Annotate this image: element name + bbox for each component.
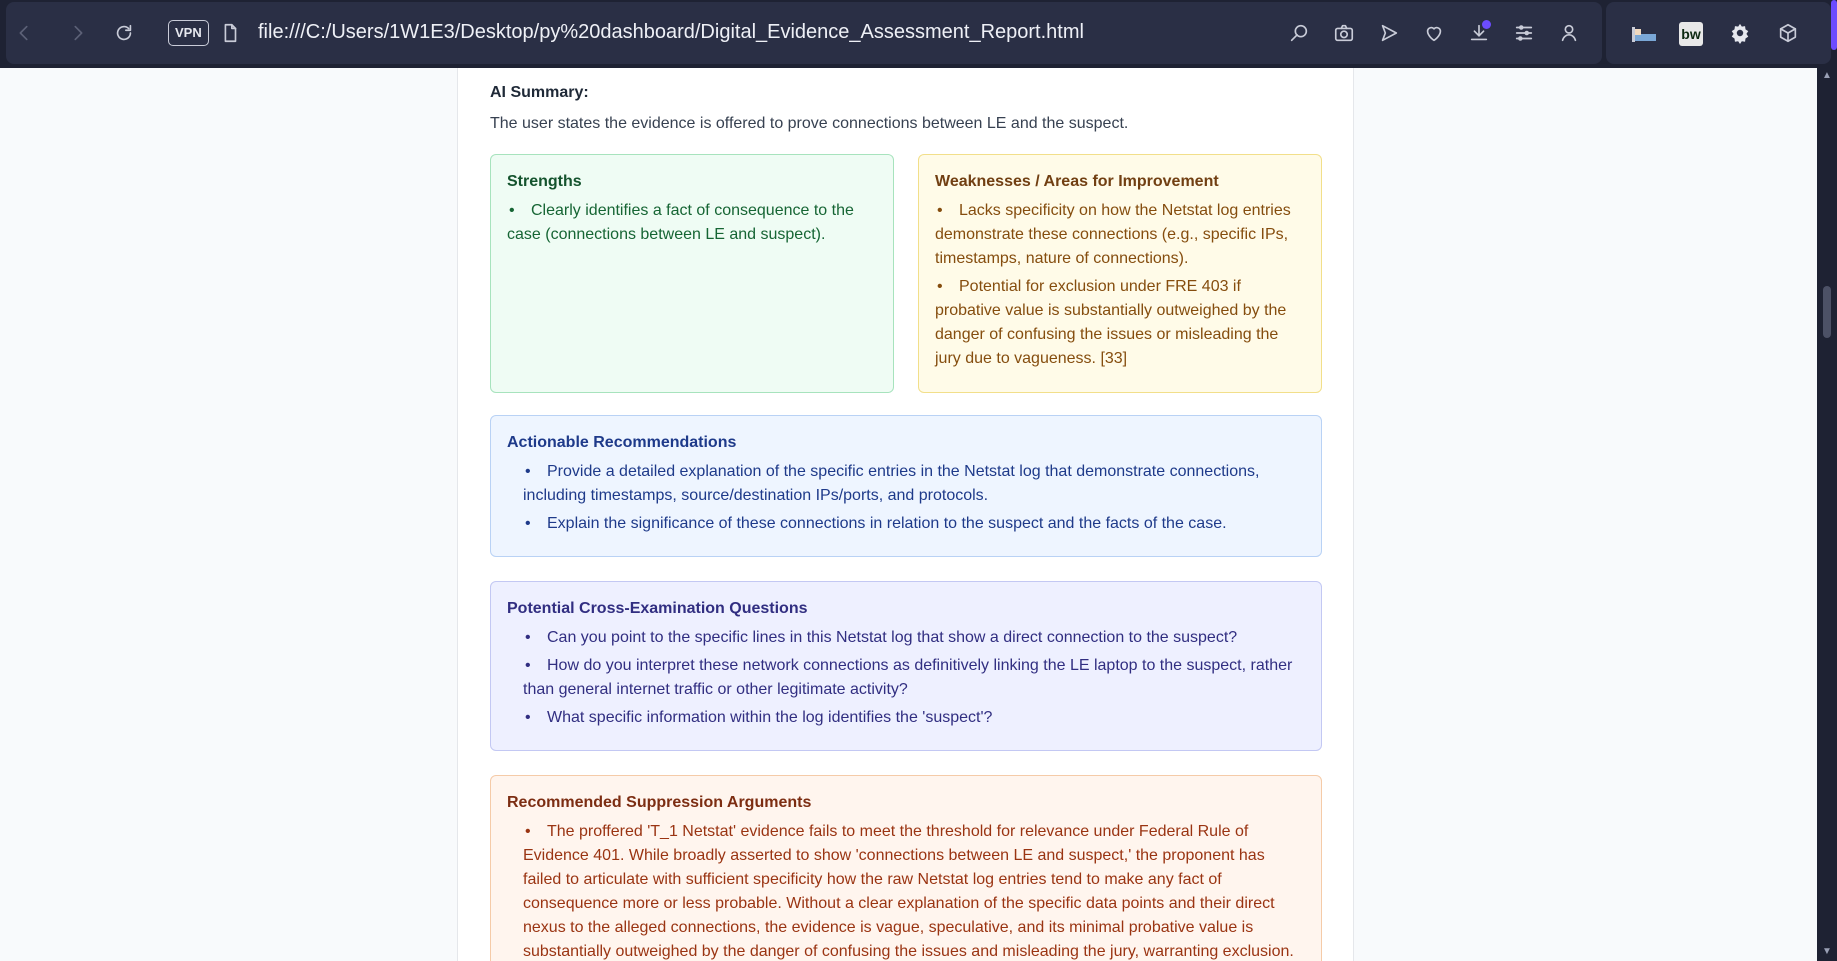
ai-summary-text: The user states the evidence is offered … xyxy=(490,115,1129,132)
weaknesses-panel: Weaknesses / Areas for Improvement Lacks… xyxy=(918,154,1322,393)
strengths-panel: Strengths Clearly identifies a fact of c… xyxy=(490,154,894,393)
reload-icon[interactable] xyxy=(110,19,138,47)
suppression-panel: Recommended Suppression Arguments The pr… xyxy=(490,775,1322,961)
recommendations-title: Actionable Recommendations xyxy=(507,434,737,451)
cross-examination-panel: Potential Cross-Examination Questions Ca… xyxy=(490,581,1322,751)
profile-icon[interactable] xyxy=(1555,19,1583,47)
recommendations-list: Provide a detailed explanation of the sp… xyxy=(507,460,1305,536)
vertical-scrollbar[interactable]: ▲ ▼ xyxy=(1817,68,1837,961)
strengths-title: Strengths xyxy=(507,173,582,190)
list-item: Lacks specificity on how the Netstat log… xyxy=(935,199,1305,271)
scroll-up-icon[interactable]: ▲ xyxy=(1822,70,1832,81)
list-item: Explain the significance of these connec… xyxy=(523,512,1305,536)
suppression-title: Recommended Suppression Arguments xyxy=(507,794,812,811)
back-icon[interactable] xyxy=(10,19,38,47)
bed-extension-icon[interactable] xyxy=(1631,24,1657,44)
url-text[interactable]: file:///C:/Users/1W1E3/Desktop/py%20dash… xyxy=(258,21,1084,44)
heart-icon[interactable] xyxy=(1420,19,1448,47)
recommendations-panel: Actionable Recommendations Provide a det… xyxy=(490,415,1322,557)
list-item: What specific information within the log… xyxy=(523,706,1305,730)
weaknesses-title: Weaknesses / Areas for Improvement xyxy=(935,173,1219,190)
download-badge-icon xyxy=(1482,20,1491,29)
page-info-icon[interactable] xyxy=(216,19,244,47)
search-page-icon[interactable] xyxy=(1285,19,1313,47)
cube-extension-icon[interactable] xyxy=(1774,19,1802,47)
cross-examination-title: Potential Cross-Examination Questions xyxy=(507,600,808,617)
browser-toolbar: VPN file:///C:/Users/1W1E3/Desktop/py%20… xyxy=(0,0,1837,68)
page-viewport: AI Summary: The user states the evidence… xyxy=(0,68,1817,961)
bitwarden-extension-icon[interactable]: bw xyxy=(1679,22,1703,46)
easy-setup-icon[interactable] xyxy=(1510,19,1538,47)
scrollbar-thumb[interactable] xyxy=(1823,286,1831,338)
forward-icon[interactable] xyxy=(64,19,92,47)
download-icon[interactable] xyxy=(1465,19,1493,47)
strengths-list: Clearly identifies a fact of consequence… xyxy=(507,199,877,247)
cross-examination-list: Can you point to the specific lines in t… xyxy=(507,626,1305,730)
list-item: How do you interpret these network conne… xyxy=(523,654,1305,702)
ai-summary-label: AI Summary: xyxy=(490,84,589,101)
send-icon[interactable] xyxy=(1375,19,1403,47)
settings-gear-icon[interactable] xyxy=(1726,19,1754,47)
vpn-badge[interactable]: VPN xyxy=(168,20,209,46)
suppression-list: The proffered 'T_1 Netstat' evidence fai… xyxy=(507,820,1305,961)
list-item: Potential for exclusion under FRE 403 if… xyxy=(935,275,1305,371)
list-item: Can you point to the specific lines in t… xyxy=(523,626,1305,650)
weaknesses-list: Lacks specificity on how the Netstat log… xyxy=(935,199,1305,371)
list-item: Provide a detailed explanation of the sp… xyxy=(523,460,1305,508)
sidebar-accent xyxy=(1831,0,1837,50)
camera-icon[interactable] xyxy=(1330,19,1358,47)
scroll-down-icon[interactable]: ▼ xyxy=(1822,946,1832,957)
list-item: Clearly identifies a fact of consequence… xyxy=(507,199,877,247)
report-card: AI Summary: The user states the evidence… xyxy=(457,68,1354,961)
list-item: The proffered 'T_1 Netstat' evidence fai… xyxy=(523,820,1305,961)
